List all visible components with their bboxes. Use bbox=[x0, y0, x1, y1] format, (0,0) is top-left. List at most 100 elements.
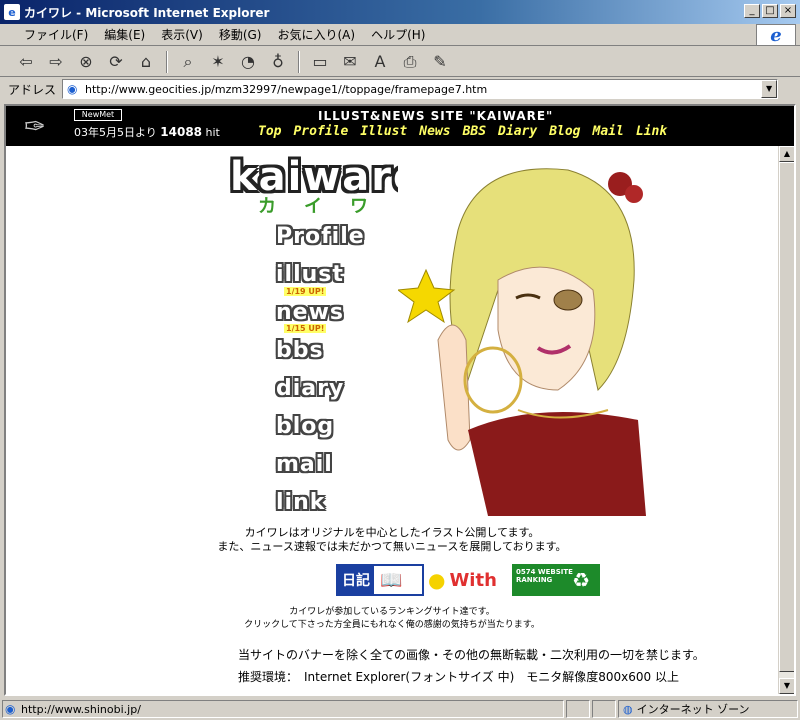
copyright-notice: 当サイトのバナーを除く全ての画像・その他の無断転載・二次利用の一切を禁じます。 bbox=[238, 648, 705, 662]
font-size-icon[interactable]: A bbox=[368, 50, 392, 74]
kaiware-mark-icon: ✑ bbox=[24, 112, 46, 142]
home-icon[interactable]: ⌂ bbox=[134, 50, 158, 74]
intro-line-1: カイワレはオリジナルを中心としたイラスト公開してます。 bbox=[244, 526, 540, 539]
fullscreen-icon[interactable]: ▭ bbox=[308, 50, 332, 74]
toolbar-separator bbox=[166, 50, 168, 73]
security-zone: ◍ インターネット ゾーン bbox=[618, 700, 798, 718]
search-icon[interactable]: ⌕ bbox=[176, 50, 200, 74]
minimize-button[interactable]: _ bbox=[744, 4, 760, 18]
counter-suffix: hit bbox=[205, 126, 220, 139]
nav-illust[interactable]: Illust bbox=[360, 124, 407, 139]
menu-go[interactable]: 移動(G) bbox=[211, 26, 270, 43]
history-icon[interactable]: ◔ bbox=[236, 50, 260, 74]
maximize-button[interactable]: □ bbox=[762, 4, 778, 18]
nav-top[interactable]: Top bbox=[258, 124, 281, 139]
close-button[interactable]: × bbox=[780, 4, 796, 18]
refresh-icon[interactable]: ⟳ bbox=[104, 50, 128, 74]
menu-help[interactable]: ヘルプ(H) bbox=[363, 26, 433, 43]
side-menu: Profile illust news bbs diary blog mail … bbox=[276, 224, 416, 528]
window-title: カイワレ - Microsoft Internet Explorer bbox=[24, 5, 270, 20]
toolbar: ⇦ ⇨ ⊗ ⟳ ⌂ ⌕ ✶ ◔ ♁ ▭ ✉ A ⎙ ✎ bbox=[0, 47, 800, 77]
ie-app-icon: e bbox=[4, 4, 20, 20]
content-frame: ✑ NewMet 03年5月5日より 14088 hit ILLUST&NEWS… bbox=[4, 104, 796, 696]
link-profile[interactable]: Profile bbox=[276, 224, 416, 262]
illust-dress bbox=[468, 412, 646, 516]
status-url-text: http://www.shinobi.jp/ bbox=[21, 702, 141, 716]
menu-file[interactable]: ファイル(F) bbox=[16, 26, 96, 43]
menu-edit[interactable]: 編集(E) bbox=[96, 26, 153, 43]
top-banner-frame: ✑ NewMet 03年5月5日より 14088 hit ILLUST&NEWS… bbox=[6, 106, 794, 146]
menu-favorites[interactable]: お気に入り(A) bbox=[269, 26, 363, 43]
scroll-down-icon[interactable]: ▼ bbox=[779, 678, 794, 694]
with-banner[interactable]: ● With bbox=[424, 564, 512, 596]
news-update-badge: 1/15 UP! bbox=[284, 324, 327, 333]
counter-value: 14088 bbox=[160, 125, 203, 139]
window-controls: _ □ × bbox=[744, 4, 796, 18]
status-cell bbox=[566, 700, 590, 718]
link-diary[interactable]: diary bbox=[276, 376, 416, 414]
kaiware-illustration bbox=[398, 160, 646, 516]
nav-bbs[interactable]: BBS bbox=[463, 124, 486, 139]
intro-text: カイワレはオリジナルを中心としたイラスト公開してます。 また、ニュース速報では未… bbox=[6, 526, 778, 554]
rank-label: 0574 WEBSITE RANKING bbox=[516, 568, 573, 584]
zone-text: インターネット ゾーン bbox=[636, 703, 750, 716]
menu-bar: ファイル(F) 編集(E) 表示(V) 移動(G) お気に入り(A) ヘルプ(H… bbox=[0, 24, 800, 46]
ie-throbber-icon: e bbox=[756, 24, 796, 46]
page-icon: ◉ bbox=[5, 702, 16, 716]
address-dropdown-icon[interactable]: ▼ bbox=[761, 80, 778, 98]
nikki-label: 日記 bbox=[338, 566, 374, 594]
intro-line-2: また、ニュース速報では未だかつて無いニュースを展開しております。 bbox=[217, 540, 567, 553]
nav-diary[interactable]: Diary bbox=[498, 124, 537, 139]
nikki-banner[interactable]: 日記 📖 bbox=[336, 564, 424, 596]
toolbar-separator bbox=[298, 50, 300, 73]
stop-icon[interactable]: ⊗ bbox=[74, 50, 98, 74]
channels-icon[interactable]: ♁ bbox=[266, 50, 290, 74]
globe-icon: ◍ bbox=[623, 702, 633, 716]
scroll-up-icon[interactable]: ▲ bbox=[779, 146, 794, 162]
rank-banner[interactable]: 0574 WEBSITE RANKING ♻ bbox=[512, 564, 600, 596]
forward-icon[interactable]: ⇨ bbox=[44, 50, 68, 74]
mail-icon[interactable]: ✉ bbox=[338, 50, 362, 74]
print-icon[interactable]: ⎙ bbox=[398, 50, 422, 74]
chick-icon: ● bbox=[428, 568, 446, 592]
illust-eye bbox=[553, 289, 583, 311]
address-url: http://www.geocities.jp/mzm32997/newpage… bbox=[85, 82, 488, 96]
site-title: ILLUST&NEWS SITE "KAIWARE" bbox=[318, 109, 554, 123]
status-cell bbox=[592, 700, 616, 718]
status-url: ◉ http://www.shinobi.jp/ bbox=[2, 700, 564, 718]
address-bar: アドレス ◉ http://www.geocities.jp/mzm32997/… bbox=[0, 77, 800, 101]
recycle-icon: ♻ bbox=[572, 568, 590, 592]
ranking-line-2: クリックして下さった方全員にもれなく俺の感謝の気持ちが当たります。 bbox=[244, 620, 540, 630]
nav-profile[interactable]: Profile bbox=[293, 124, 348, 139]
address-input[interactable]: ◉ http://www.geocities.jp/mzm32997/newpa… bbox=[62, 79, 779, 99]
status-bar: ◉ http://www.shinobi.jp/ ◍ インターネット ゾーン bbox=[0, 698, 800, 720]
ranking-line-1: カイワレが参加しているランキングサイト達です。 bbox=[289, 607, 495, 617]
nav-mail[interactable]: Mail bbox=[593, 124, 624, 139]
link-blog[interactable]: blog bbox=[276, 414, 416, 452]
with-label: With bbox=[449, 569, 497, 591]
recommended-env: 推奨環境： Internet Explorer(フォントサイズ 中) モニタ解像… bbox=[238, 670, 679, 684]
page-icon: ◉ bbox=[67, 82, 78, 96]
nav-news[interactable]: News bbox=[419, 124, 450, 139]
menu-view[interactable]: 表示(V) bbox=[153, 26, 211, 43]
link-mail[interactable]: mail bbox=[276, 452, 416, 490]
ranking-banners: 日記 📖 ● With 0574 WEBSITE RANKING ♻ bbox=[336, 564, 600, 596]
link-link[interactable]: link bbox=[276, 490, 416, 528]
newmet-badge[interactable]: NewMet bbox=[74, 109, 122, 121]
nav-blog[interactable]: Blog bbox=[549, 124, 580, 139]
illust-hair-tie bbox=[625, 185, 643, 203]
link-bbs[interactable]: bbs bbox=[276, 338, 416, 376]
counter-prefix: 03年5月5日より bbox=[74, 126, 157, 139]
back-icon[interactable]: ⇦ bbox=[14, 50, 38, 74]
address-label: アドレス bbox=[8, 82, 57, 97]
edit-icon[interactable]: ✎ bbox=[428, 50, 452, 74]
hit-counter: 03年5月5日より 14088 hit bbox=[74, 124, 220, 140]
illust-update-badge: 1/19 UP! bbox=[284, 287, 327, 296]
title-bar: e カイワレ - Microsoft Internet Explorer _ □… bbox=[0, 0, 800, 24]
vertical-scrollbar[interactable]: ▲ ▼ bbox=[778, 146, 794, 694]
main-page: kaiware カイワレ Profile illust news bbs dia… bbox=[6, 146, 778, 694]
scroll-thumb[interactable] bbox=[779, 162, 794, 672]
favorites-icon[interactable]: ✶ bbox=[206, 50, 230, 74]
top-nav: Top Profile Illust News BBS Diary Blog M… bbox=[258, 124, 667, 139]
nav-link[interactable]: Link bbox=[636, 124, 667, 139]
